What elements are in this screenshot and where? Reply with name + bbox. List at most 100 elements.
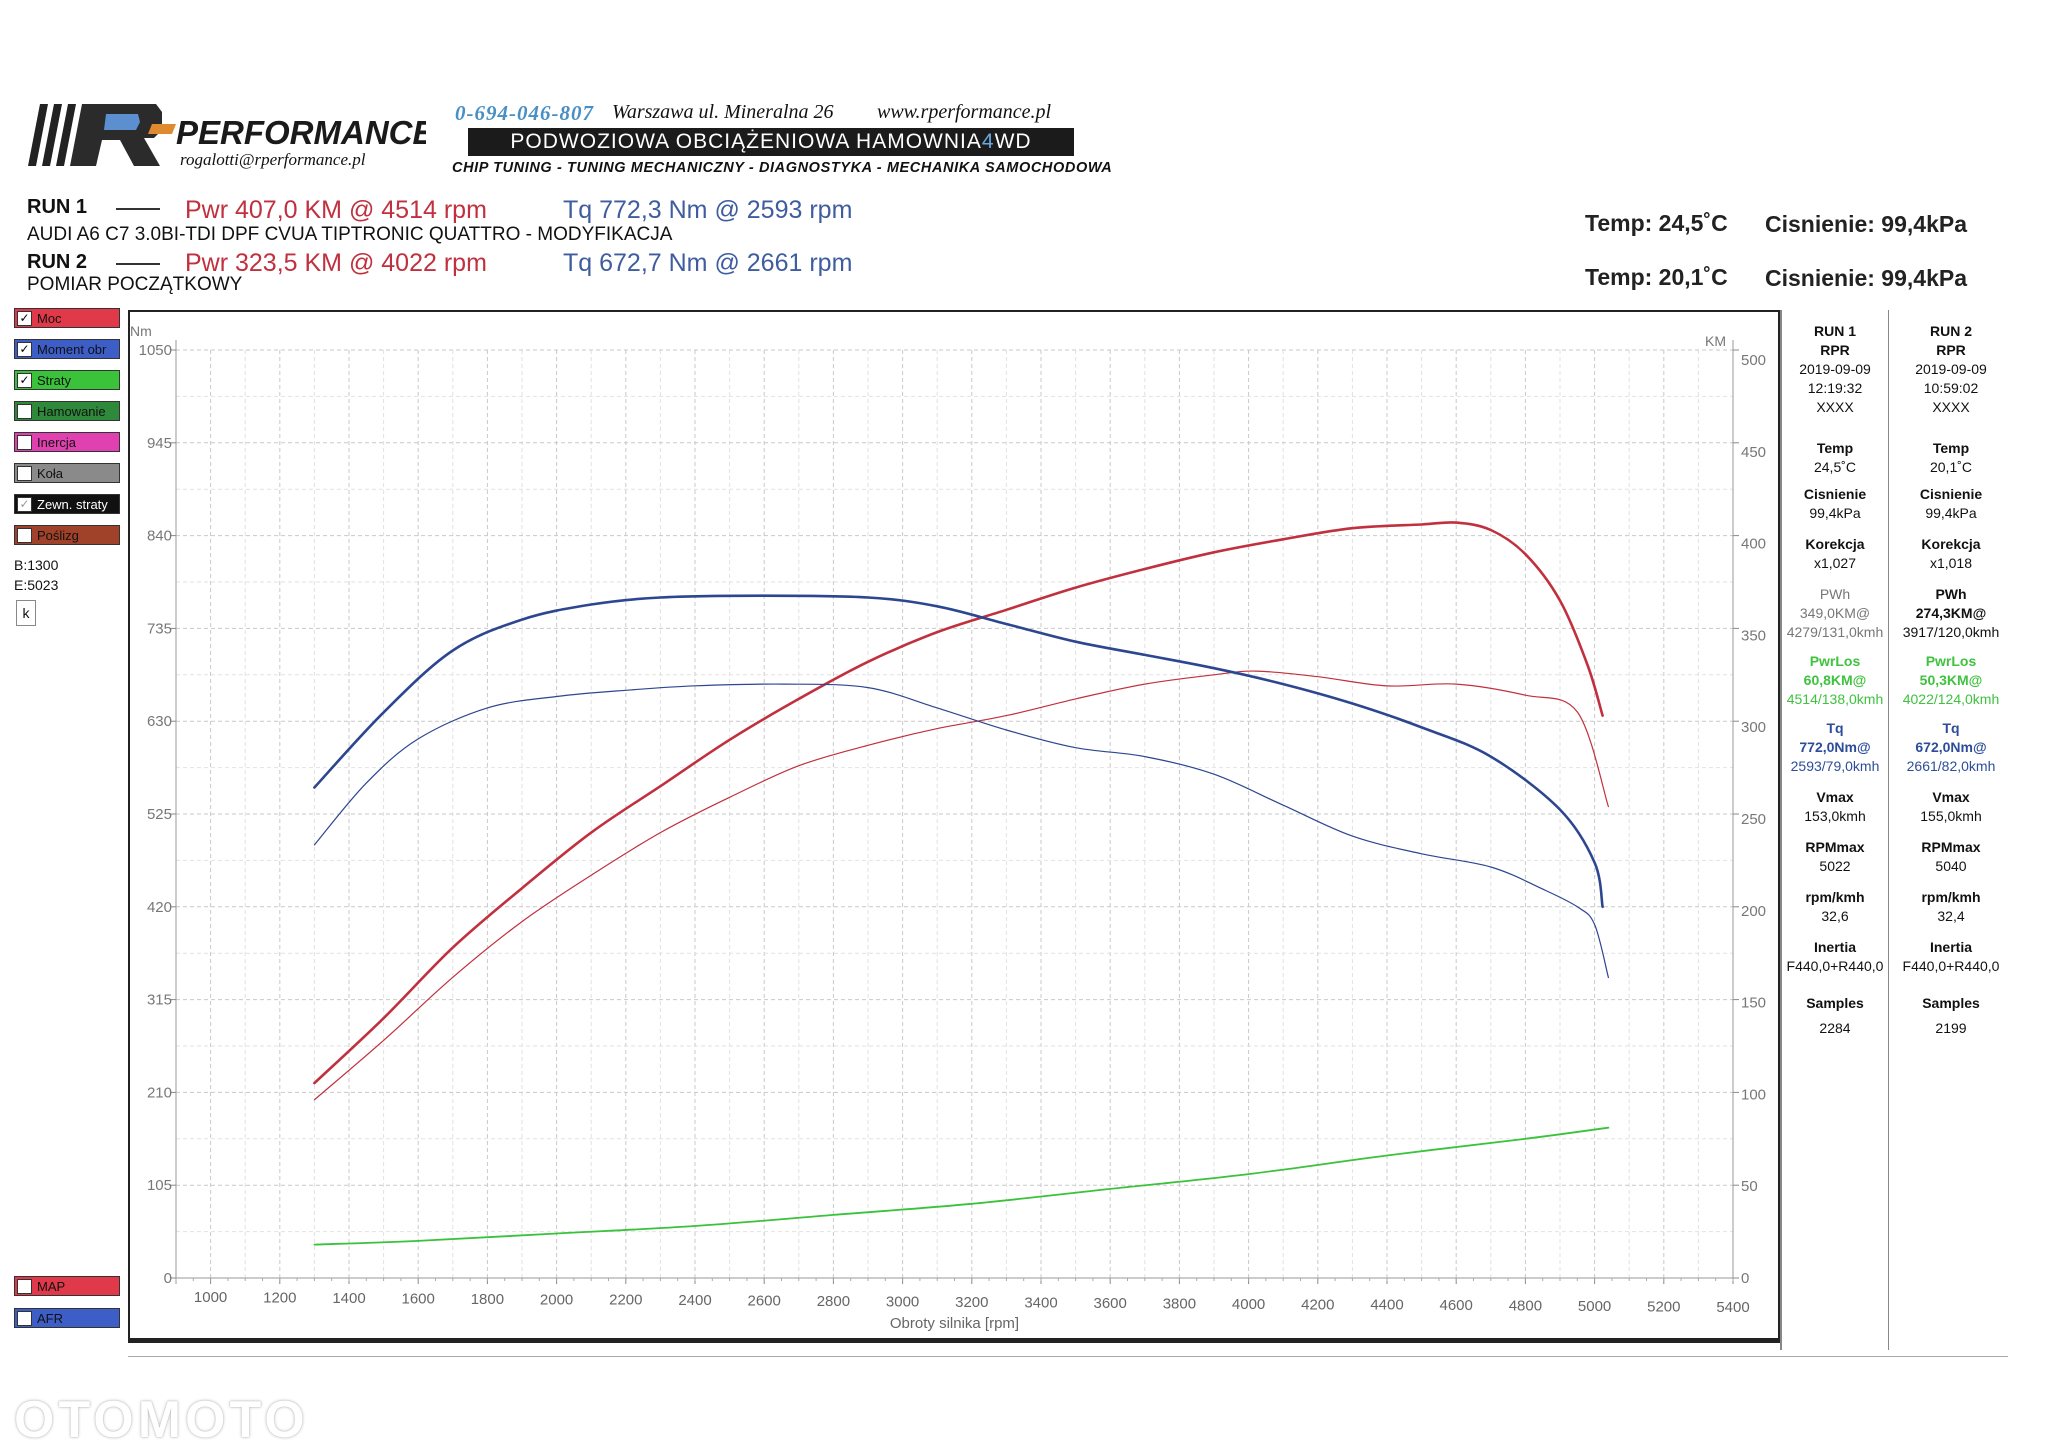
x-tick-label: 4000: [1232, 1296, 1265, 1313]
y-left-tick-label: 735: [147, 620, 172, 637]
toggle-kola[interactable]: Koła: [14, 463, 120, 483]
series-line-straty-4: [313, 1126, 1610, 1246]
y-right-tick-label: 150: [1741, 995, 1766, 1012]
header-banner: PODWOZIOWA OBCIĄŻENIOWA HAMOWNIA 4 WD: [468, 128, 1074, 156]
y-right-tick-label: 500: [1741, 352, 1766, 369]
y-right-tick-label: 300: [1741, 719, 1766, 736]
chart-grid: [176, 349, 1734, 1279]
x-tick-label: 3400: [1024, 1294, 1057, 1311]
checkbox-icon[interactable]: ✓: [17, 496, 32, 512]
toggle-moment[interactable]: ✓ Moment obr: [14, 339, 120, 359]
y-left-tick-label: 1050: [139, 342, 172, 359]
x-tick-label: 3600: [1094, 1295, 1127, 1312]
x-tick-label: 1400: [332, 1290, 365, 1307]
y-right-tick-label: 200: [1741, 903, 1766, 920]
x-tick-label: 3000: [886, 1294, 919, 1311]
run2-description: POMIAR POCZĄTKOWY: [27, 274, 243, 295]
x-tick-label: 2600: [748, 1293, 781, 1310]
checkbox-icon[interactable]: ✓: [17, 341, 32, 357]
toggle-map[interactable]: MAP: [14, 1276, 120, 1296]
run1-pressure: Cisnienie: 99,4kPa: [1765, 211, 1967, 237]
x-tick-label: 2400: [678, 1292, 711, 1309]
chart-axes: 1000 1200 1400 1600 1800 2000 2200 2400 2600 2800…: [139, 340, 1766, 1316]
run2-summary: RUN 2 RPR 2019-09-09 10:59:02 XXXX Temp …: [1902, 323, 2000, 1036]
address: Warszawa ul. Mineralna 26: [612, 101, 834, 123]
run1-line-sample: [116, 208, 160, 210]
checkbox-icon[interactable]: ✓: [17, 310, 32, 326]
x-tick-label: 1800: [471, 1291, 504, 1308]
toggle-hamowanie[interactable]: Hamowanie: [14, 401, 120, 421]
series-line-moc-1: [313, 670, 1609, 1101]
y-left-tick-label: 525: [147, 806, 172, 823]
banner-wd-text: WD: [994, 130, 1032, 153]
services-text: CHIP TUNING - TUNING MECHANICZNY - DIAGN…: [452, 160, 1113, 176]
x-tick-label: 4400: [1370, 1297, 1403, 1314]
banner-main-text: PODWOZIOWA OBCIĄŻENIOWA HAMOWNIA: [510, 130, 982, 153]
checkbox-icon[interactable]: [17, 527, 32, 543]
series-line-moc-0: [313, 521, 1604, 1085]
dyno-chart: 1000 1200 1400 1600 1800 2000 2200 2400 2600 2800…: [130, 323, 1766, 1332]
y-right-tick-label: 350: [1741, 627, 1766, 644]
x-tick-label: 4800: [1509, 1298, 1542, 1315]
run1-label: RUN 1: [27, 196, 88, 218]
y-right-tick-label: 450: [1741, 444, 1766, 461]
toggle-zewn-straty[interactable]: ✓ Zewn. straty: [14, 494, 120, 514]
x-tick-label: 1200: [263, 1289, 296, 1306]
y-left-tick-label: 840: [147, 528, 172, 545]
toggle-inercja[interactable]: Inercja: [14, 432, 120, 452]
website: www.rperformance.pl: [877, 101, 1052, 123]
checkbox-icon[interactable]: [17, 1310, 32, 1326]
begin-rpm: B:1300: [14, 557, 59, 573]
y-left-tick-label: 420: [147, 899, 172, 916]
run2-pressure: Cisnienie: 99,4kPa: [1765, 265, 1967, 291]
k-button[interactable]: k: [16, 600, 36, 626]
y-left-tick-label: 0: [164, 1270, 172, 1287]
end-rpm: E:5023: [14, 577, 59, 593]
phone-number: 0-694-046-807: [455, 101, 594, 125]
x-tick-label: 1000: [194, 1289, 227, 1306]
y-axis-right-label: KM: [1705, 333, 1726, 349]
y-left-tick-label: 105: [147, 1177, 172, 1194]
toggle-straty[interactable]: ✓ Straty: [14, 370, 120, 390]
run2-torque: Tq 672,7 Nm @ 2661 rpm: [563, 249, 853, 277]
chart-bottom-rule: [128, 1340, 1780, 1343]
x-tick-label: 4200: [1301, 1296, 1334, 1313]
x-tick-label: 5200: [1647, 1299, 1680, 1316]
run1-temp: Temp: 24,5˚C: [1585, 210, 1728, 236]
checkbox-icon[interactable]: [17, 465, 32, 481]
run2-line-sample: [116, 263, 160, 265]
run1-summary: RUN 1 RPR 2019-09-09 12:19:32 XXXX Temp …: [1786, 323, 1884, 1036]
x-tick-label: 1600: [402, 1290, 435, 1307]
checkbox-icon[interactable]: [17, 1278, 32, 1294]
toggle-moc[interactable]: ✓ Moc: [14, 308, 120, 328]
checkbox-icon[interactable]: [17, 403, 32, 419]
run1-power: Pwr 407,0 KM @ 4514 rpm: [185, 196, 487, 224]
x-tick-label: 2800: [817, 1293, 850, 1310]
y-left-tick-label: 945: [147, 435, 172, 452]
y-left-tick-label: 630: [147, 713, 172, 730]
y-left-tick-label: 210: [147, 1084, 172, 1101]
page-bottom-rule: [128, 1356, 2008, 1357]
checkbox-icon[interactable]: ✓: [17, 372, 32, 388]
x-tick-label: 4600: [1440, 1297, 1473, 1314]
y-axis-left-label: Nm: [130, 323, 152, 339]
checkbox-icon[interactable]: [17, 434, 32, 450]
run2-label: RUN 2: [27, 251, 88, 273]
banner-4-text: 4: [981, 130, 995, 153]
x-axis-label: Obroty silnika [rpm]: [890, 1315, 1019, 1332]
toggle-afr[interactable]: AFR: [14, 1308, 120, 1328]
y-right-tick-label: 400: [1741, 536, 1766, 553]
x-tick-label: 5000: [1578, 1298, 1611, 1315]
run2-temp: Temp: 20,1˚C: [1585, 264, 1728, 290]
run1-description: AUDI A6 C7 3.0BI-TDI DPF CVUA TIPTRONIC …: [27, 224, 673, 245]
run1-torque: Tq 772,3 Nm @ 2593 rpm: [563, 196, 853, 224]
y-right-tick-label: 50: [1741, 1178, 1758, 1195]
y-right-tick-label: 0: [1741, 1270, 1749, 1287]
x-tick-label: 3200: [955, 1294, 988, 1311]
toggle-poslizg[interactable]: Poślizg: [14, 525, 120, 545]
email-address: rogalotti@rperformance.pl: [180, 150, 366, 169]
y-left-tick-label: 315: [147, 992, 172, 1009]
watermark: OTOMOTO: [14, 1391, 309, 1449]
x-tick-label: 3800: [1163, 1295, 1196, 1312]
series-line-moment-obr-3: [313, 683, 1609, 979]
